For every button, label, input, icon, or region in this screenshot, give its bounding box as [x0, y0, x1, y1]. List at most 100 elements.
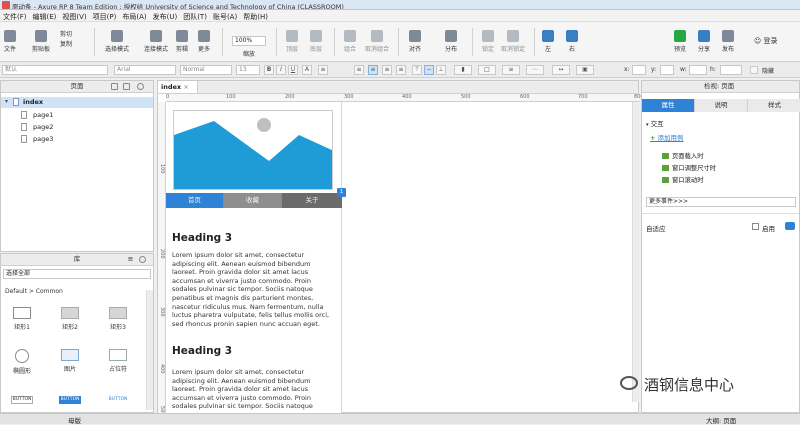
bullet-list-button[interactable]: ≡ [318, 65, 328, 75]
font-family-select[interactable]: Arial [114, 65, 176, 75]
canvas-vertical-scrollbar[interactable] [632, 102, 639, 402]
preview-button[interactable]: 预览 [670, 22, 690, 53]
page-item-page2[interactable]: page2 [21, 122, 141, 132]
connect-mode-button[interactable]: 连接模式 [138, 22, 174, 53]
menu-publish[interactable]: 发布(U) [150, 10, 181, 22]
widget-rectangle-1[interactable]: 矩形1 [1, 307, 43, 331]
tab-notes[interactable]: 说明 [695, 99, 748, 112]
font-weight-select[interactable]: Normal [180, 65, 232, 75]
font-size-select[interactable]: 13 [236, 65, 260, 75]
inspector-header: 检视: 页面 [642, 81, 799, 93]
enable-checkbox[interactable] [752, 223, 759, 230]
widget-placeholder[interactable]: 占位符 [97, 349, 139, 373]
fill-color-button[interactable]: ▮ [454, 65, 472, 75]
menu-help[interactable]: 帮助(H) [240, 10, 271, 22]
widget-rectangle-3[interactable]: 矩形3 [97, 307, 139, 331]
align-right-button[interactable]: 右 [564, 22, 580, 53]
widget-rectangle-2[interactable]: 矩形2 [49, 307, 91, 331]
justify-text-button[interactable]: ≡ [396, 65, 406, 75]
font-color-button[interactable]: A [302, 65, 312, 75]
search-icon[interactable] [137, 83, 144, 90]
menu-project[interactable]: 项目(P) [90, 10, 120, 22]
y-input[interactable] [660, 65, 674, 75]
underline-button[interactable]: U [288, 65, 298, 75]
send-to-bottom-button[interactable]: 底层 [306, 22, 326, 53]
more-events-select[interactable]: 更多事件>>> [646, 197, 796, 207]
valign-bottom-button[interactable]: ⊥ [436, 65, 446, 75]
width-input[interactable] [689, 65, 707, 75]
menu-view[interactable]: 视图(V) [59, 10, 89, 22]
more-button[interactable]: 更多 [194, 22, 214, 53]
publish-button[interactable]: 发布 [718, 22, 738, 53]
align-text-right-button[interactable]: ≡ [382, 65, 392, 75]
page-item-page1[interactable]: page1 [21, 110, 141, 120]
event-page-load[interactable]: 页面载入时 [662, 151, 703, 160]
align-text-left-button[interactable]: ≡ [354, 65, 364, 75]
document-tab-index[interactable]: index × [158, 81, 198, 93]
nav-item-about[interactable]: 关于 [282, 193, 342, 208]
page-item-page3[interactable]: page3 [21, 134, 141, 144]
border-color-button[interactable]: □ [478, 65, 496, 75]
adaptive-settings-icon[interactable] [785, 222, 795, 230]
paste-button[interactable]: 剪贴板 [30, 22, 52, 53]
nav-item-home[interactable]: 首页 [166, 193, 224, 208]
crop-button[interactable]: 剪辑 [174, 22, 190, 53]
menu-arrange[interactable]: 布局(A) [119, 10, 149, 22]
style-select[interactable]: 默认 [2, 65, 108, 75]
border-style-button[interactable]: ⋯ [526, 65, 544, 75]
menu-account[interactable]: 账号(A) [210, 10, 240, 22]
page-item-index[interactable]: ▾ index [1, 97, 153, 108]
menu-file[interactable]: 文件(F) [0, 10, 30, 22]
align-text-center-button[interactable]: ≡ [368, 65, 378, 75]
menu-edit[interactable]: 编辑(E) [30, 10, 60, 22]
valign-top-button[interactable]: ⊤ [412, 65, 422, 75]
close-icon[interactable]: × [183, 83, 188, 91]
group-button[interactable]: 组合 [340, 22, 360, 53]
border-width-button[interactable]: ≡ [502, 65, 520, 75]
login-button[interactable]: ☺ 登录 [754, 36, 788, 46]
event-window-resize[interactable]: 窗口调整尺寸时 [662, 163, 716, 172]
widget-button-1[interactable]: BUTTON [11, 396, 33, 404]
lock-button[interactable]: 锁定 [478, 22, 498, 53]
unlock-button[interactable]: 取消锁定 [500, 22, 526, 53]
widget-button-2[interactable]: BUTTON [59, 396, 81, 404]
add-page-icon[interactable] [111, 83, 118, 90]
interaction-section[interactable]: ▾ 交互 [646, 118, 664, 128]
ungroup-button[interactable]: 取消组合 [362, 22, 392, 53]
cut-button[interactable]: 剪切 [60, 29, 88, 38]
distribute-button[interactable]: 分布 [440, 22, 462, 53]
library-scrollbar[interactable] [146, 290, 153, 410]
menu-team[interactable]: 团队(T) [180, 10, 210, 22]
footnote-badge[interactable]: 1 [337, 188, 346, 197]
align-left-button[interactable]: 左 [540, 22, 556, 53]
library-group-label[interactable]: Default > Common [5, 288, 63, 295]
italic-button[interactable]: I [276, 65, 286, 75]
valign-middle-button[interactable]: − [424, 65, 434, 75]
share-button[interactable]: 分享 [694, 22, 714, 53]
hero-image[interactable] [173, 110, 333, 190]
tab-style[interactable]: 样式 [748, 99, 800, 112]
widget-button-3[interactable]: BUTTON [107, 396, 129, 404]
shadow-button[interactable]: ▣ [576, 65, 594, 75]
search-icon[interactable] [139, 256, 146, 263]
select-mode-button[interactable]: 选择模式 [98, 22, 136, 53]
bold-button[interactable]: B [264, 65, 274, 75]
height-input[interactable] [720, 65, 742, 75]
expand-arrow-icon[interactable]: ▾ [5, 98, 8, 105]
event-window-scroll[interactable]: 窗口滚动时 [662, 175, 703, 184]
library-select[interactable]: 选择全部 [3, 269, 151, 279]
nav-item-favorites[interactable]: 收藏 [224, 193, 282, 208]
arrow-style-button[interactable]: ↔ [552, 65, 570, 75]
widget-image[interactable]: 图片 [49, 349, 91, 373]
bring-to-top-button[interactable]: 顶层 [282, 22, 302, 53]
align-button[interactable]: 对齐 [404, 22, 426, 53]
hidden-checkbox[interactable] [750, 66, 758, 74]
file-button[interactable]: 文件 [2, 22, 18, 53]
add-case-link[interactable]: + 添加用例 [650, 132, 684, 142]
tab-properties[interactable]: 属性 [642, 99, 695, 112]
add-folder-icon[interactable] [123, 83, 130, 90]
menu-icon[interactable]: ≡ [127, 256, 134, 263]
x-input[interactable] [632, 65, 646, 75]
copy-button[interactable]: 复制 [60, 39, 88, 48]
widget-ellipse[interactable]: 椭圆形 [1, 349, 43, 375]
